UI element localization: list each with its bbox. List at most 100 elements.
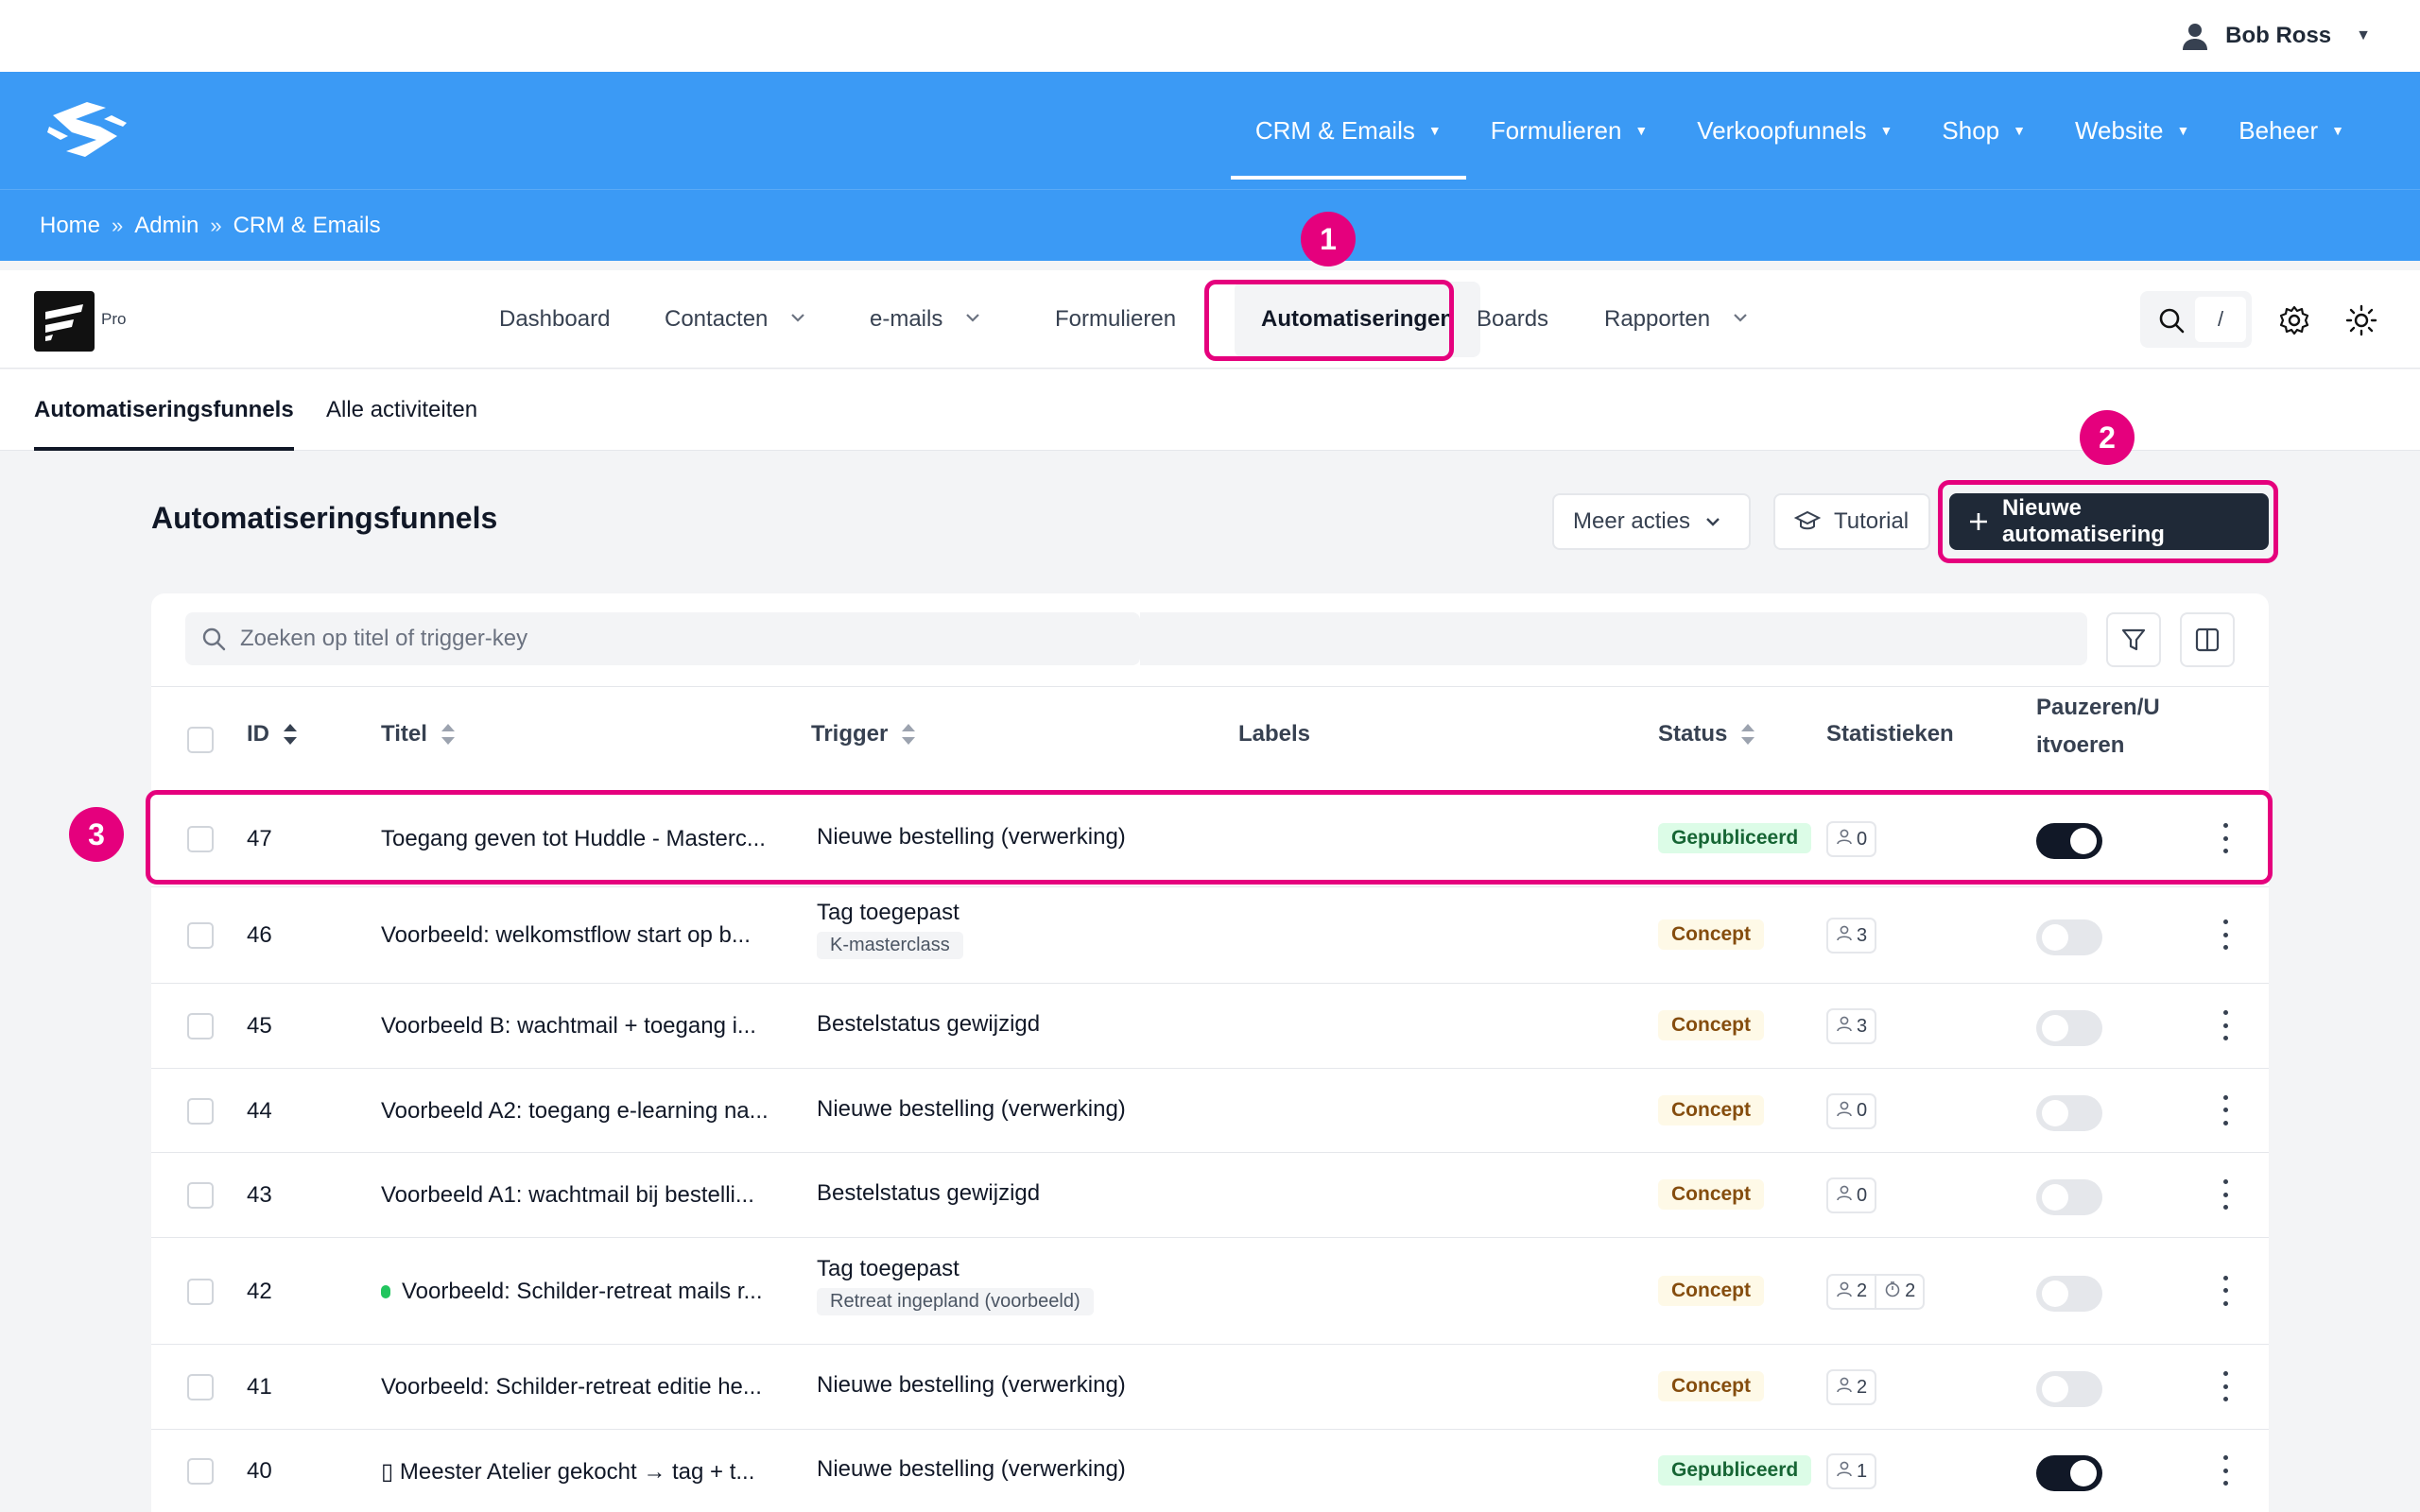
breadcrumb-separator: » xyxy=(112,213,124,237)
status-badge: Concept xyxy=(1658,1094,1764,1125)
caret-down-icon: ▼ xyxy=(2331,123,2344,138)
row-title[interactable]: Voorbeeld B: wachtmail + toegang i... xyxy=(381,1013,756,1040)
row-status: Concept xyxy=(1658,1371,1764,1401)
table-search xyxy=(185,612,1140,665)
row-menu-icon[interactable] xyxy=(2219,1275,2232,1306)
subtab-alle-activiteiten[interactable]: Alle activiteiten xyxy=(326,369,477,451)
row-checkbox[interactable] xyxy=(187,1013,214,1040)
table-row[interactable]: 45 Voorbeeld B: wachtmail + toegang i... B… xyxy=(151,983,2269,1068)
row-menu-icon[interactable] xyxy=(2219,1371,2232,1401)
app-nav-e-mails[interactable]: e-mails xyxy=(870,270,982,369)
table-row[interactable]: 46 Voorbeeld: welkomstflow start op b... T… xyxy=(151,886,2269,983)
row-title-text: Voorbeeld: welkomstflow start op b... xyxy=(381,922,751,948)
row-checkbox[interactable] xyxy=(187,1182,214,1209)
caret-down-icon: ▼ xyxy=(1427,123,1442,138)
column-pause: Pauzeren/U itvoeren xyxy=(2036,689,2160,765)
row-menu-icon[interactable] xyxy=(2219,1455,2232,1486)
select-all-checkbox[interactable] xyxy=(187,727,214,753)
user-icon xyxy=(1836,1184,1853,1207)
row-title-text: ▯ Meester Atelier gekocht → tag + t... xyxy=(381,1459,755,1485)
columns-button[interactable] xyxy=(2180,612,2235,667)
row-status: Concept xyxy=(1658,1179,1764,1210)
table-row[interactable]: 44 Voorbeeld A2: toegang e-learning na...… xyxy=(151,1068,2269,1152)
row-status: Concept xyxy=(1658,919,1764,950)
search-input[interactable] xyxy=(240,612,1110,665)
row-title[interactable]: ▯ Meester Atelier gekocht → tag + t... xyxy=(381,1458,754,1486)
main-nav-label: Formulieren xyxy=(1490,115,1622,145)
row-stats: 22 xyxy=(1826,1273,1926,1310)
breadcrumb-item-0[interactable]: Home xyxy=(40,213,100,239)
row-checkbox[interactable] xyxy=(187,1458,214,1485)
table-row[interactable]: 42 Voorbeeld: Schilder-retreat mails r...… xyxy=(151,1237,2269,1344)
table-row[interactable]: 43 Voorbeeld A1: wachtmail bij bestelli..… xyxy=(151,1152,2269,1237)
filter-icon xyxy=(2121,628,2146,651)
brand-logo[interactable] xyxy=(43,98,129,161)
highlight-automatiseringen xyxy=(1204,280,1454,361)
column-pause-label-2: itvoeren xyxy=(2036,732,2125,758)
row-checkbox[interactable] xyxy=(187,1374,214,1400)
row-menu-icon[interactable] xyxy=(2219,1010,2232,1040)
row-status: Gepubliceerd xyxy=(1658,1455,1812,1486)
pause-toggle[interactable] xyxy=(2036,1275,2102,1312)
stat-contacts: 0 xyxy=(1828,1177,1875,1213)
stat-contacts: 2 xyxy=(1828,1369,1875,1405)
table-row[interactable]: 41 Voorbeeld: Schilder-retreat editie he.… xyxy=(151,1344,2269,1429)
column-status[interactable]: Status xyxy=(1658,721,1755,747)
row-menu-icon[interactable] xyxy=(2219,1094,2232,1125)
row-title[interactable]: Voorbeeld: Schilder-retreat mails r... xyxy=(381,1279,763,1305)
breadcrumb-item-2[interactable]: CRM & Emails xyxy=(233,213,381,239)
pause-toggle[interactable] xyxy=(2036,1371,2102,1407)
theme-toggle-button[interactable] xyxy=(2345,304,2377,336)
more-actions-button[interactable]: Meer acties xyxy=(1552,493,1751,550)
stat-contacts: 1 xyxy=(1828,1453,1875,1489)
tutorial-button[interactable]: Tutorial xyxy=(1773,493,1930,550)
app-nav-contacten[interactable]: Contacten xyxy=(665,270,807,369)
row-menu-icon[interactable] xyxy=(2219,919,2232,950)
row-menu-icon[interactable] xyxy=(2219,1179,2232,1210)
pause-toggle[interactable] xyxy=(2036,1455,2102,1491)
user-menu[interactable]: Bob Ross ▼ xyxy=(2180,17,2371,55)
row-checkbox[interactable] xyxy=(187,922,214,949)
pause-toggle[interactable] xyxy=(2036,1094,2102,1131)
row-checkbox[interactable] xyxy=(187,1278,214,1305)
main-nav-item-2[interactable]: Verkoopfunnels ▼ xyxy=(1672,72,1917,189)
main-nav-item-4[interactable]: Website ▼ xyxy=(2050,72,2214,189)
trigger-tag: Retreat ingepland (voorbeeld) xyxy=(817,1287,1094,1315)
subtab-automatiseringsfunnels[interactable]: Automatiseringsfunnels xyxy=(34,369,294,451)
row-id: 40 xyxy=(247,1458,272,1484)
annotation-3: 3 xyxy=(69,807,124,862)
main-nav-item-3[interactable]: Shop ▼ xyxy=(1917,72,2050,189)
app-nav-label: Boards xyxy=(1477,306,1549,332)
row-title[interactable]: Voorbeeld: welkomstflow start op b... xyxy=(381,922,751,949)
filter-button[interactable] xyxy=(2106,612,2161,667)
column-id[interactable]: ID xyxy=(247,721,298,747)
breadcrumb-item-1[interactable]: Admin xyxy=(134,213,199,239)
row-id: 46 xyxy=(247,922,272,948)
row-trigger: Nieuwe bestelling (verwerking) xyxy=(817,1372,1126,1398)
table-row[interactable]: 40 ▯ Meester Atelier gekocht → tag + t...… xyxy=(151,1429,2269,1512)
app-nav-rapporten[interactable]: Rapporten xyxy=(1604,270,1750,369)
status-badge: Concept xyxy=(1658,1275,1764,1306)
status-badge: Gepubliceerd xyxy=(1658,1455,1812,1486)
column-labels-label: Labels xyxy=(1238,721,1311,747)
pause-toggle[interactable] xyxy=(2036,919,2102,955)
row-checkbox[interactable] xyxy=(187,1097,214,1125)
app-nav-dashboard[interactable]: Dashboard xyxy=(499,270,610,369)
settings-button[interactable] xyxy=(2278,304,2310,336)
app-nav-boards[interactable]: Boards xyxy=(1477,270,1548,369)
row-title[interactable]: Voorbeeld A1: wachtmail bij bestelli... xyxy=(381,1182,754,1209)
main-nav-item-0[interactable]: CRM & Emails ▼ xyxy=(1230,72,1466,189)
gear-icon xyxy=(2279,305,2309,335)
column-trigger[interactable]: Trigger xyxy=(811,721,916,747)
app-nav-formulieren[interactable]: Formulieren xyxy=(1055,270,1176,369)
column-stats-label: Statistieken xyxy=(1826,721,1954,747)
main-nav-label: Website xyxy=(2074,115,2164,145)
row-title[interactable]: Voorbeeld: Schilder-retreat editie he... xyxy=(381,1374,762,1400)
main-nav-item-5[interactable]: Beheer ▼ xyxy=(2214,72,2369,189)
stat-contacts-count: 1 xyxy=(1857,1460,1868,1482)
column-title[interactable]: Titel xyxy=(381,721,456,747)
row-title[interactable]: Voorbeeld A2: toegang e-learning na... xyxy=(381,1098,769,1125)
pause-toggle[interactable] xyxy=(2036,1179,2102,1215)
main-nav-item-1[interactable]: Formulieren ▼ xyxy=(1466,72,1673,189)
pause-toggle[interactable] xyxy=(2036,1010,2102,1046)
